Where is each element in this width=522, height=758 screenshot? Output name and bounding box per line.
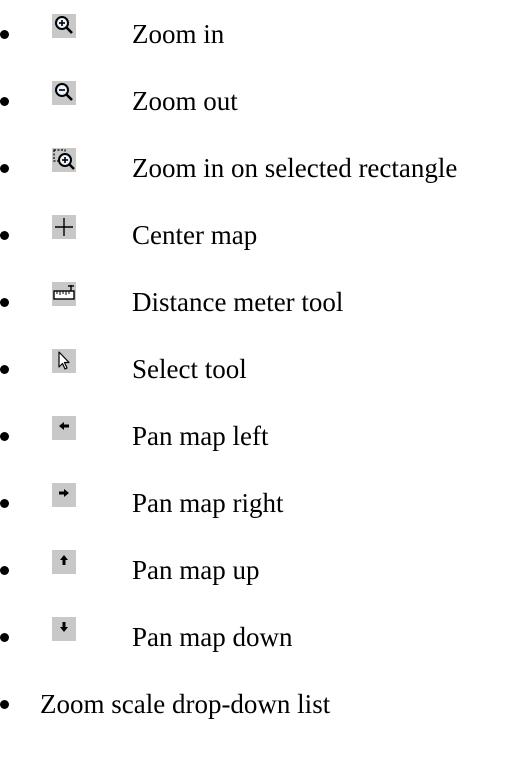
- bullet: [0, 633, 9, 642]
- list-item-distance-meter: Distance meter tool: [0, 282, 522, 322]
- bullet: [0, 700, 9, 709]
- item-label: Pan map left: [132, 421, 269, 451]
- item-label: Pan map right: [132, 488, 284, 518]
- arrow-down-icon: [52, 617, 76, 641]
- list-item-zoom-out: Zoom out: [0, 81, 522, 121]
- pointer-arrow-icon: [52, 349, 76, 373]
- zoom-in-icon: [52, 14, 76, 38]
- item-label: Pan map down: [132, 622, 293, 652]
- arrow-up-icon: [52, 550, 76, 574]
- item-label: Select tool: [132, 354, 247, 384]
- item-label: Pan map up: [132, 555, 260, 585]
- bullet: [0, 30, 9, 39]
- zoom-rectangle-icon: [52, 148, 76, 172]
- item-label: Distance meter tool: [132, 287, 344, 317]
- crosshair-icon: [52, 215, 76, 239]
- bullet: [0, 499, 9, 508]
- zoom-out-icon: [52, 81, 76, 105]
- list-item-zoom-in: Zoom in: [0, 14, 522, 54]
- list-item-pan-left: Pan map left: [0, 416, 522, 456]
- arrow-left-icon: [52, 416, 76, 440]
- list-item-select-tool: Select tool: [0, 349, 522, 389]
- bullet: [0, 298, 9, 307]
- item-label: Zoom in: [132, 19, 225, 49]
- item-label: Zoom out: [132, 86, 238, 116]
- list-item-zoom-rectangle: Zoom in on selected rectangle: [0, 148, 522, 188]
- list-item-pan-up: Pan map up: [0, 550, 522, 590]
- list-item-pan-right: Pan map right: [0, 483, 522, 523]
- arrow-right-icon: [52, 483, 76, 507]
- list-item-zoom-scale: Zoom scale drop-down list: [0, 684, 522, 724]
- bullet: [0, 432, 9, 441]
- item-label: Zoom scale drop-down list: [40, 689, 331, 719]
- ruler-icon: [52, 282, 76, 306]
- list-item-center-map: Center map: [0, 215, 522, 255]
- item-label: Center map: [132, 220, 258, 250]
- item-label: Zoom in on selected rectangle: [132, 153, 458, 183]
- list-item-pan-down: Pan map down: [0, 617, 522, 657]
- bullet: [0, 97, 9, 106]
- bullet: [0, 231, 9, 240]
- bullet: [0, 164, 9, 173]
- bullet: [0, 365, 9, 374]
- bullet: [0, 566, 9, 575]
